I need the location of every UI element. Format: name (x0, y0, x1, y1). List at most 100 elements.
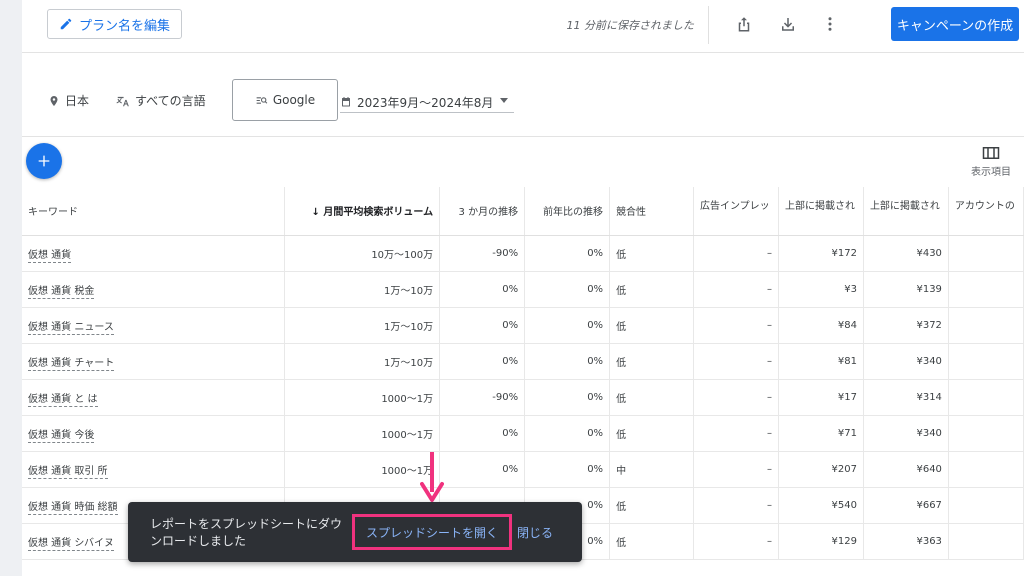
columns-icon (982, 147, 1000, 159)
column-header-impression[interactable]: 広告インプレッ (693, 187, 779, 236)
add-keyword-button[interactable] (26, 143, 62, 179)
account-cell (948, 235, 1024, 272)
network-filter[interactable]: Google (232, 79, 338, 121)
bid-high-cell: ¥340 (863, 415, 949, 452)
pencil-icon (60, 18, 72, 30)
table-row: 仮想 通貨 ニュース 1万～10万 0% 0% 低 – ¥84 ¥372 (22, 307, 1024, 344)
yoy-cell: 0% (524, 415, 611, 452)
bid-high-cell: ¥372 (863, 307, 949, 344)
saved-status: 11 分前に保存されました (566, 19, 695, 32)
impression-cell: – (693, 415, 779, 452)
keyword-cell[interactable]: 仮想 通貨 税金 (22, 271, 286, 308)
impression-cell: – (693, 487, 779, 524)
column-header-volume[interactable]: ↓ 月間平均検索ボリューム (284, 187, 441, 236)
plus-icon (38, 155, 50, 167)
column-header-yoy[interactable]: 前年比の推移 (524, 187, 611, 236)
location-pin-icon (50, 95, 58, 106)
three-month-cell: -90% (439, 235, 526, 272)
location-label: 日本 (65, 94, 90, 108)
bid-low-cell: ¥207 (778, 451, 864, 488)
table-row: 仮想 通貨 チャート 1万～10万 0% 0% 低 – ¥81 ¥340 (22, 343, 1024, 380)
account-cell (948, 343, 1024, 380)
impression-cell: – (693, 451, 779, 488)
columns-label: 表示項目 (971, 167, 1011, 178)
account-cell (948, 523, 1024, 560)
yoy-cell: 0% (524, 235, 611, 272)
bid-low-cell: ¥17 (778, 379, 864, 416)
location-filter[interactable]: 日本 (48, 92, 89, 109)
open-spreadsheet-button[interactable]: スプレッドシートを開く (352, 514, 512, 550)
keyword-cell[interactable]: 仮想 通貨 今後 (22, 415, 286, 452)
account-cell (948, 379, 1024, 416)
annotation-arrow-icon (420, 452, 444, 502)
date-range-select[interactable]: 2023年9月～2024年8月 (340, 92, 514, 113)
bid-low-cell: ¥172 (778, 235, 864, 272)
account-cell (948, 307, 1024, 344)
column-header-bid-low[interactable]: 上部に掲載され (778, 187, 864, 236)
three-month-cell: 0% (439, 343, 526, 380)
competition-cell: 低 (609, 271, 694, 308)
column-header-competition[interactable]: 競合性 (609, 187, 694, 236)
bid-high-cell: ¥640 (863, 451, 949, 488)
share-icon[interactable] (732, 12, 756, 36)
yoy-cell: 0% (524, 343, 611, 380)
create-campaign-button[interactable]: キャンペーンの作成 (891, 7, 1019, 41)
account-cell (948, 451, 1024, 488)
table-row: 仮想 通貨 今後 1000～1万 0% 0% 低 – ¥71 ¥340 (22, 415, 1024, 452)
bid-low-cell: ¥540 (778, 487, 864, 524)
keyword-cell[interactable]: 仮想 通貨 (22, 235, 286, 272)
volume-cell: 1000～1万 (284, 379, 441, 416)
impression-cell: – (693, 379, 779, 416)
bid-high-cell: ¥667 (863, 487, 949, 524)
left-margin (0, 0, 22, 576)
yoy-cell: 0% (524, 451, 611, 488)
account-cell (948, 487, 1024, 524)
translate-icon (116, 96, 129, 106)
table-row: 仮想 通貨 10万～100万 -90% 0% 低 – ¥172 ¥430 (22, 235, 1024, 272)
keyword-cell[interactable]: 仮想 通貨 と は (22, 379, 286, 416)
table-row: 仮想 通貨 と は 1000～1万 -90% 0% 低 – ¥17 ¥314 (22, 379, 1024, 416)
column-header-three-month[interactable]: 3 か月の推移 (439, 187, 526, 236)
bid-low-cell: ¥81 (778, 343, 864, 380)
close-snackbar-button[interactable]: 閉じる (517, 524, 553, 541)
account-cell (948, 271, 1024, 308)
impression-cell: – (693, 271, 779, 308)
column-header-account[interactable]: アカウントの (948, 187, 1024, 236)
date-range-label: 2023年9月～2024年8月 (357, 95, 494, 110)
yoy-cell: 0% (524, 307, 611, 344)
volume-cell: 1万～10万 (284, 271, 441, 308)
snackbar-message: レポートをスプレッドシートにダウンロードしました (150, 517, 343, 548)
volume-cell: 1万～10万 (284, 307, 441, 344)
keyword-cell[interactable]: 仮想 通貨 ニュース (22, 307, 286, 344)
bid-low-cell: ¥84 (778, 307, 864, 344)
keyword-cell[interactable]: 仮想 通貨 チャート (22, 343, 286, 380)
top-toolbar: プラン名を編集 11 分前に保存されました キャンペーンの作成 (22, 0, 1024, 53)
competition-cell: 低 (609, 487, 694, 524)
toolbar-divider (708, 6, 709, 44)
competition-cell: 低 (609, 415, 694, 452)
bid-low-cell: ¥71 (778, 415, 864, 452)
three-month-cell: -90% (439, 379, 526, 416)
keyword-cell[interactable]: 仮想 通貨 取引 所 (22, 451, 286, 488)
volume-cell: 10万～100万 (284, 235, 441, 272)
download-snackbar: レポートをスプレッドシートにダウンロードしました スプレッドシートを開く 閉じる (128, 502, 582, 562)
volume-header-label: 月間平均検索ボリューム (323, 207, 434, 219)
columns-button[interactable]: 表示項目 (966, 146, 1016, 178)
download-icon[interactable] (776, 12, 800, 36)
column-header-keyword[interactable]: キーワード (22, 187, 286, 236)
column-header-bid-high[interactable]: 上部に掲載され (863, 187, 949, 236)
bid-high-cell: ¥340 (863, 343, 949, 380)
edit-plan-name-label: プラン名を編集 (78, 18, 170, 34)
language-filter[interactable]: すべての言語 (116, 92, 206, 109)
volume-cell: 1000～1万 (284, 451, 441, 488)
edit-plan-name-button[interactable]: プラン名を編集 (47, 9, 182, 39)
volume-cell: 1000～1万 (284, 415, 441, 452)
search-network-icon (256, 96, 268, 104)
more-vert-icon[interactable] (818, 12, 842, 36)
table-header-row: キーワード ↓ 月間平均検索ボリューム 3 か月の推移 前年比の推移 競合性 広… (22, 187, 1024, 236)
calendar-icon (342, 97, 350, 107)
impression-cell: – (693, 343, 779, 380)
competition-cell: 低 (609, 343, 694, 380)
impression-cell: – (693, 523, 779, 560)
three-month-cell: 0% (439, 451, 526, 488)
